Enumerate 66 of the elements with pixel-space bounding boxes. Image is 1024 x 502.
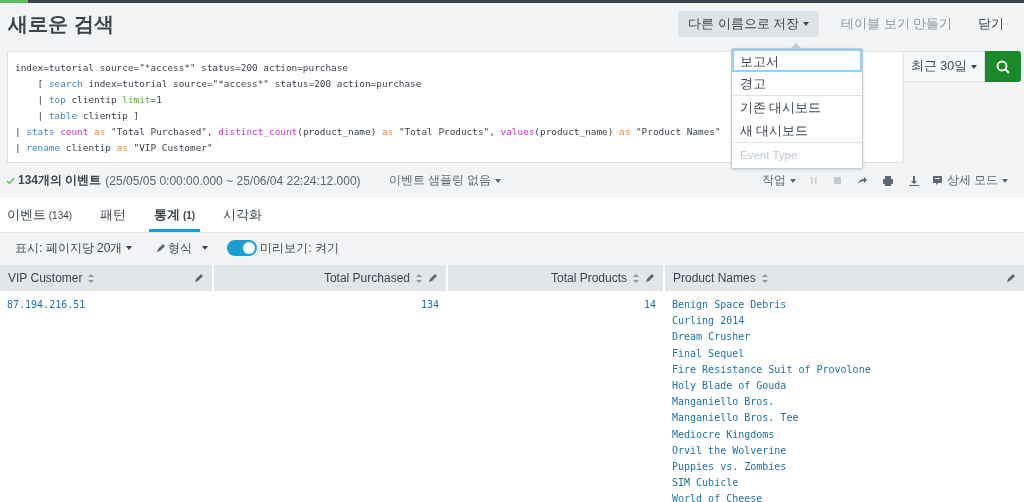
table-cell-text: Holy Blade of Gouda: [672, 379, 788, 393]
check-icon: [6, 176, 15, 185]
event-count: 134개의 이벤트: [18, 172, 102, 189]
table-cell-text: Benign Space Debris: [672, 298, 788, 312]
sort-icon: [761, 273, 768, 283]
time-range-picker[interactable]: 최근 30일: [904, 51, 985, 82]
comment-icon: [932, 176, 942, 185]
time-range-text: (25/05/05 0:00:00.000 ~ 25/06/04 22:24:12.000): [105, 173, 361, 188]
table-cell-text: Mediocre Kingdoms: [672, 427, 776, 442]
menu-item[interactable]: 경고: [732, 72, 862, 95]
menu-item[interactable]: 새 대시보드: [732, 119, 862, 142]
table-cell-text: Orvil the Wolverine: [672, 443, 788, 458]
tab[interactable]: 시각화: [218, 198, 268, 232]
menu-item[interactable]: 기존 대시보드: [732, 96, 862, 119]
caret-icon: [971, 64, 978, 69]
table-cell-text: Dream Crusher: [672, 330, 752, 345]
table-cell-text: Manganiello Bros. Tee: [672, 411, 800, 426]
stop-icon: [833, 177, 841, 184]
pencil-icon: [156, 243, 167, 253]
column-header[interactable]: Total Products: [448, 265, 663, 291]
sampling-dropdown[interactable]: 이벤트 샘플링 없음: [382, 172, 508, 189]
search-icon: [996, 59, 1010, 74]
pause-icon: [809, 176, 818, 185]
print-icon: [882, 175, 893, 186]
pencil-icon: [645, 273, 655, 283]
tab[interactable]: 패턴: [95, 198, 132, 232]
sort-icon: [633, 273, 639, 283]
pencil-icon: [194, 273, 204, 283]
job-menu[interactable]: 작업: [755, 172, 802, 189]
table-cell-text: 14: [642, 298, 657, 312]
table-cell-text: Manganiello Bros.: [672, 395, 776, 410]
caret-icon: [789, 178, 796, 183]
table-cell-text: 134: [419, 298, 440, 312]
table-cell-text: Curling 2014: [672, 314, 746, 329]
preview-toggle[interactable]: [227, 240, 258, 256]
header-link[interactable]: 닫기: [968, 15, 1014, 33]
mode-dropdown[interactable]: 상세 모드: [926, 172, 1014, 189]
download-icon: [908, 175, 919, 186]
save-as-button[interactable]: 다른 이름으로 저장: [678, 11, 820, 37]
table-cell-text: Fire Resistance Suit of Provolone: [672, 362, 872, 377]
caret-icon: [126, 246, 133, 250]
column-header[interactable]: Total Purchased: [214, 265, 446, 291]
sort-icon: [416, 273, 422, 283]
pencil-icon: [428, 273, 438, 283]
table-cell-text: 87.194.216.51: [6, 298, 87, 312]
table-cell-text: Puppies vs. Zombies: [672, 460, 788, 475]
per-page-dropdown[interactable]: 표시: 페이지당 20개: [10, 239, 138, 257]
tab[interactable]: 통계 (1): [149, 198, 201, 232]
share-icon: [856, 176, 867, 185]
search-button[interactable]: [985, 51, 1021, 82]
preview-label: 미리보기: 켜기: [260, 239, 340, 257]
caret-icon: [1002, 178, 1008, 183]
table-cell-text: Final Sequel: [672, 346, 746, 361]
tab[interactable]: 이벤트 (134): [2, 198, 78, 232]
pencil-icon: [1006, 273, 1016, 283]
page-title: 새로운 검색: [8, 11, 115, 37]
column-header[interactable]: Product Names: [665, 265, 1024, 291]
table-cell-text: World of Cheese: [672, 492, 764, 502]
sort-icon: [88, 273, 95, 283]
caret-icon: [495, 178, 502, 183]
table-cell-text: SIM Cubicle: [672, 476, 740, 491]
column-header[interactable]: VIP Customer: [0, 265, 212, 291]
format-dropdown[interactable]: 형식: [151, 239, 214, 257]
caret-icon: [202, 246, 209, 250]
caret-icon: [803, 22, 810, 27]
menu-item[interactable]: 보고서: [732, 49, 862, 72]
